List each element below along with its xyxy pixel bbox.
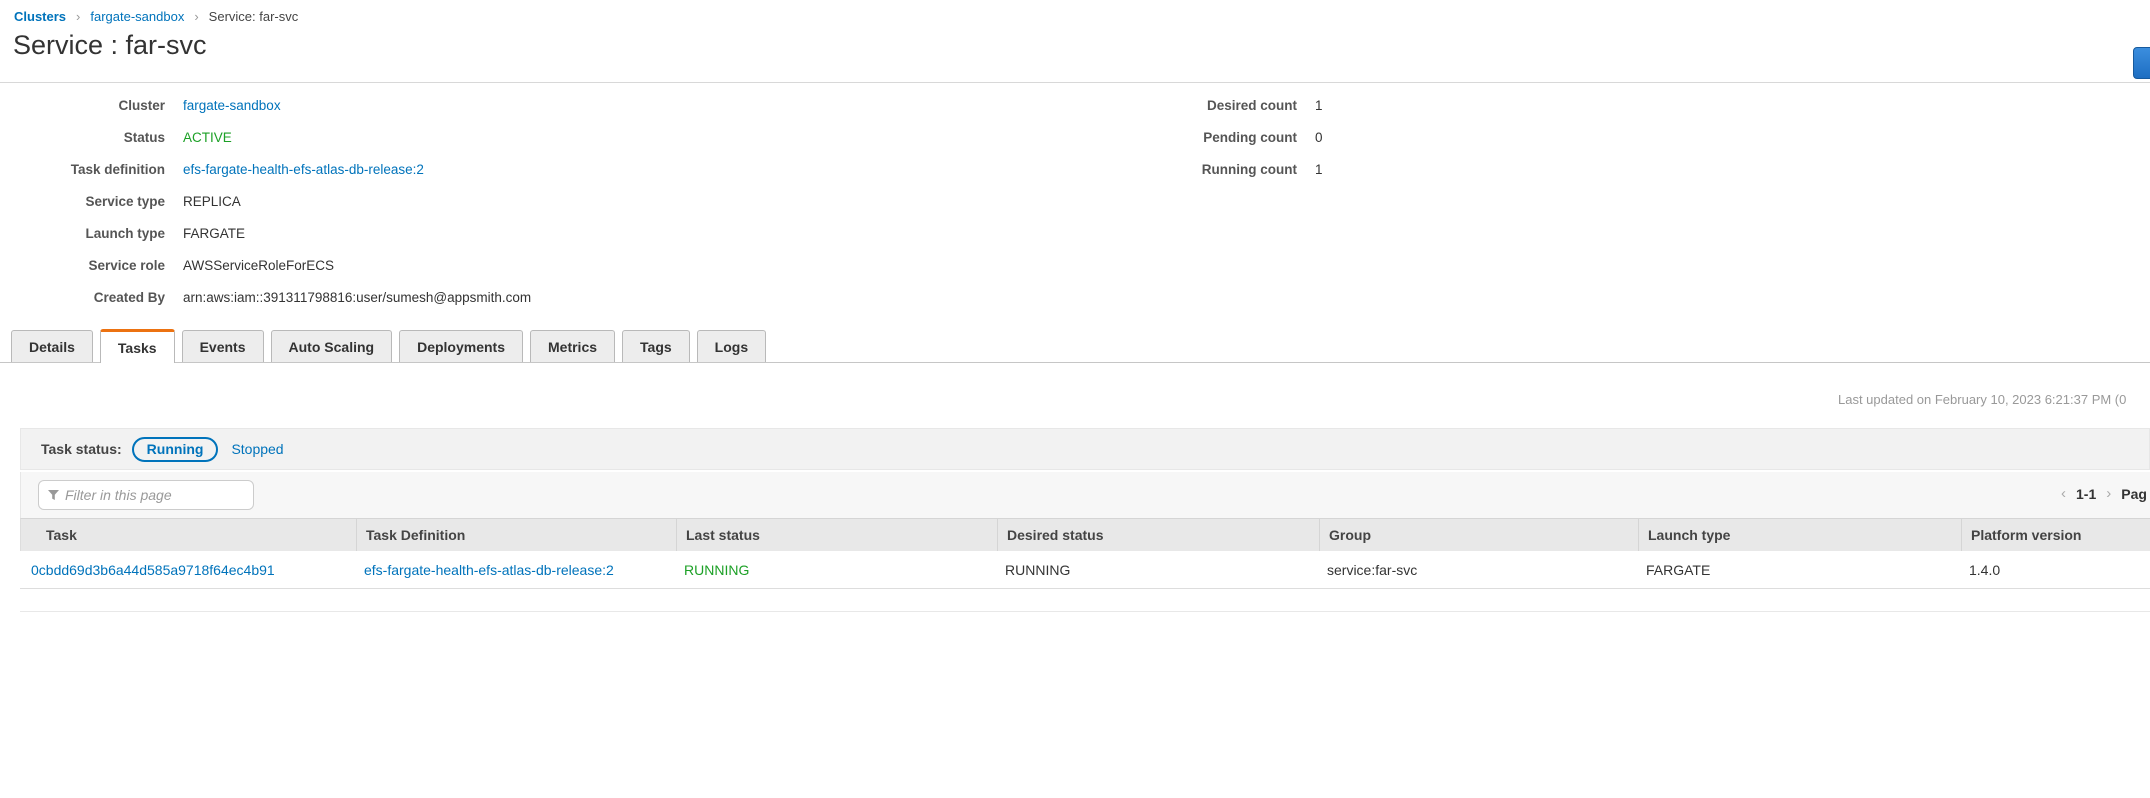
service-type-label: Service type <box>0 194 165 209</box>
column-header-task-definition[interactable]: Task Definition <box>356 519 676 551</box>
table-row: 0cbdd69d3b6a44d585a9718f64ec4b91 efs-far… <box>20 551 2150 589</box>
service-details-right: Desired count 1 Pending count 0 Running … <box>1100 89 1323 185</box>
tab-details[interactable]: Details <box>11 330 93 362</box>
detail-row-task-definition: Task definition efs-fargate-health-efs-a… <box>0 153 531 185</box>
launch-type-value: FARGATE <box>183 226 245 241</box>
row-last-status: RUNNING <box>675 562 996 578</box>
detail-row-running-count: Running count 1 <box>1100 153 1323 185</box>
ecs-service-page: Clusters › fargate-sandbox › Service: fa… <box>0 0 2150 798</box>
pagination-page-label: Pag <box>2121 486 2147 502</box>
filter-running-pill[interactable]: Running <box>132 437 219 462</box>
column-header-platform-version[interactable]: Platform version <box>1961 519 2150 551</box>
column-header-task[interactable]: Task <box>21 519 356 551</box>
breadcrumb-current: Service: far-svc <box>209 9 299 24</box>
status-badge: ACTIVE <box>183 130 232 145</box>
running-count-label: Running count <box>1100 162 1297 177</box>
last-updated-text: Last updated on February 10, 2023 6:21:3… <box>1838 392 2126 407</box>
column-header-last-status[interactable]: Last status <box>676 519 997 551</box>
cluster-label: Cluster <box>0 98 165 113</box>
table-bottom-divider <box>20 611 2150 612</box>
detail-row-service-type: Service type REPLICA <box>0 185 531 217</box>
pagination-next-icon[interactable]: › <box>2106 485 2111 502</box>
column-header-group[interactable]: Group <box>1319 519 1638 551</box>
desired-count-label: Desired count <box>1100 98 1297 113</box>
pending-count-value: 0 <box>1315 130 1323 145</box>
tab-logs[interactable]: Logs <box>697 330 766 362</box>
detail-row-created-by: Created By arn:aws:iam::391311798816:use… <box>0 281 531 313</box>
detail-row-pending-count: Pending count 0 <box>1100 121 1323 153</box>
desired-count-value: 1 <box>1315 98 1323 113</box>
tab-deployments[interactable]: Deployments <box>399 330 523 362</box>
row-group: service:far-svc <box>1318 562 1637 578</box>
created-by-label: Created By <box>0 290 165 305</box>
detail-row-service-role: Service role AWSServiceRoleForECS <box>0 249 531 281</box>
tab-tasks[interactable]: Tasks <box>100 329 175 363</box>
task-definition-label: Task definition <box>0 162 165 177</box>
row-desired-status: RUNNING <box>996 562 1318 578</box>
tab-events[interactable]: Events <box>182 330 264 362</box>
update-button[interactable] <box>2133 47 2150 79</box>
tab-tags[interactable]: Tags <box>622 330 690 362</box>
detail-row-status: Status ACTIVE <box>0 121 531 153</box>
column-header-desired-status[interactable]: Desired status <box>997 519 1319 551</box>
tab-auto-scaling[interactable]: Auto Scaling <box>271 330 393 362</box>
column-header-launch-type[interactable]: Launch type <box>1638 519 1961 551</box>
cluster-value-link[interactable]: fargate-sandbox <box>183 98 281 113</box>
breadcrumb-separator-icon: › <box>194 9 198 24</box>
filter-stopped-link[interactable]: Stopped <box>231 441 283 457</box>
breadcrumb-cluster-link[interactable]: fargate-sandbox <box>90 9 184 24</box>
table-header-row: Task Task Definition Last status Desired… <box>20 518 2150 551</box>
task-definition-link[interactable]: efs-fargate-health-efs-atlas-db-release:… <box>183 162 424 177</box>
filter-strip: ‹ 1-1 › Pag <box>20 472 2150 518</box>
running-count-value: 1 <box>1315 162 1323 177</box>
service-role-label: Service role <box>0 258 165 273</box>
breadcrumb: Clusters › fargate-sandbox › Service: fa… <box>14 9 298 24</box>
task-status-label: Task status: <box>41 441 122 457</box>
breadcrumb-separator-icon: › <box>76 9 80 24</box>
row-task-definition-link[interactable]: efs-fargate-health-efs-atlas-db-release:… <box>355 562 675 578</box>
task-id-link[interactable]: 0cbdd69d3b6a44d585a9718f64ec4b91 <box>20 562 355 578</box>
tasks-table: Task Task Definition Last status Desired… <box>20 518 2150 589</box>
filter-box[interactable] <box>38 480 254 510</box>
pagination-range: 1-1 <box>2076 486 2096 502</box>
task-status-strip: Task status: Running Stopped <box>20 428 2150 470</box>
row-launch-type: FARGATE <box>1637 562 1960 578</box>
tab-bar: Details Tasks Events Auto Scaling Deploy… <box>0 330 2150 363</box>
detail-row-cluster: Cluster fargate-sandbox <box>0 89 531 121</box>
breadcrumb-clusters-link[interactable]: Clusters <box>14 9 66 24</box>
service-type-value: REPLICA <box>183 194 241 209</box>
filter-input[interactable] <box>65 487 235 503</box>
created-by-value: arn:aws:iam::391311798816:user/sumesh@ap… <box>183 290 531 305</box>
pagination: ‹ 1-1 › Pag <box>2061 485 2147 502</box>
pending-count-label: Pending count <box>1100 130 1297 145</box>
status-label: Status <box>0 130 165 145</box>
filter-funnel-icon <box>48 490 59 501</box>
detail-row-desired-count: Desired count 1 <box>1100 89 1323 121</box>
title-divider <box>0 82 2150 83</box>
service-role-value: AWSServiceRoleForECS <box>183 258 334 273</box>
detail-row-launch-type: Launch type FARGATE <box>0 217 531 249</box>
service-details-left: Cluster fargate-sandbox Status ACTIVE Ta… <box>0 89 531 313</box>
row-platform-version: 1.4.0 <box>1960 562 2150 578</box>
pagination-prev-icon[interactable]: ‹ <box>2061 485 2066 502</box>
page-title: Service : far-svc <box>13 30 207 61</box>
tab-metrics[interactable]: Metrics <box>530 330 615 362</box>
launch-type-label: Launch type <box>0 226 165 241</box>
